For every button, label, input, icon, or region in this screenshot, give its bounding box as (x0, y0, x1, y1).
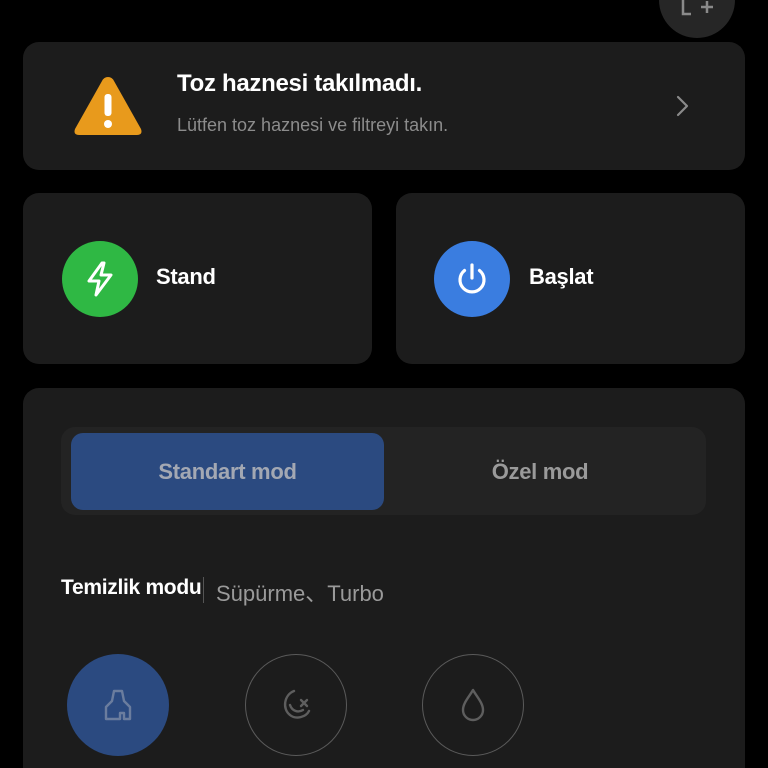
alert-subtitle: Lütfen toz haznesi ve filtreyi takın. (177, 115, 449, 135)
mop-drop-icon (461, 688, 485, 722)
cleaning-mode-label: Temizlik modu (61, 576, 202, 599)
vacuum-icon (283, 689, 311, 719)
stand-label: Stand (156, 264, 216, 289)
warning-triangle-icon (74, 77, 142, 135)
alert-title: Toz haznesi takılmadı. (177, 70, 423, 97)
stand-button[interactable] (62, 241, 138, 317)
vacuum-mode-button[interactable] (245, 654, 347, 756)
divider (203, 577, 204, 603)
start-button[interactable] (434, 241, 510, 317)
chevron-right-icon[interactable] (672, 94, 692, 118)
sweep-icon (104, 689, 132, 721)
lightning-icon (87, 261, 113, 297)
tab-standard-mode[interactable]: Standart mod (71, 433, 384, 510)
cleaning-mode-value: Süpürme、Turbo (216, 581, 384, 606)
robot-vacuum-control-screen: Toz haznesi takılmadı. Lütfen toz haznes… (0, 0, 768, 768)
sweep-mode-button[interactable] (67, 654, 169, 756)
add-icon (681, 0, 713, 16)
add-device-button[interactable] (659, 0, 735, 38)
power-icon (458, 263, 486, 294)
start-label: Başlat (529, 264, 594, 289)
tab-custom-mode[interactable]: Özel mod (384, 433, 696, 510)
mop-mode-button[interactable] (422, 654, 524, 756)
